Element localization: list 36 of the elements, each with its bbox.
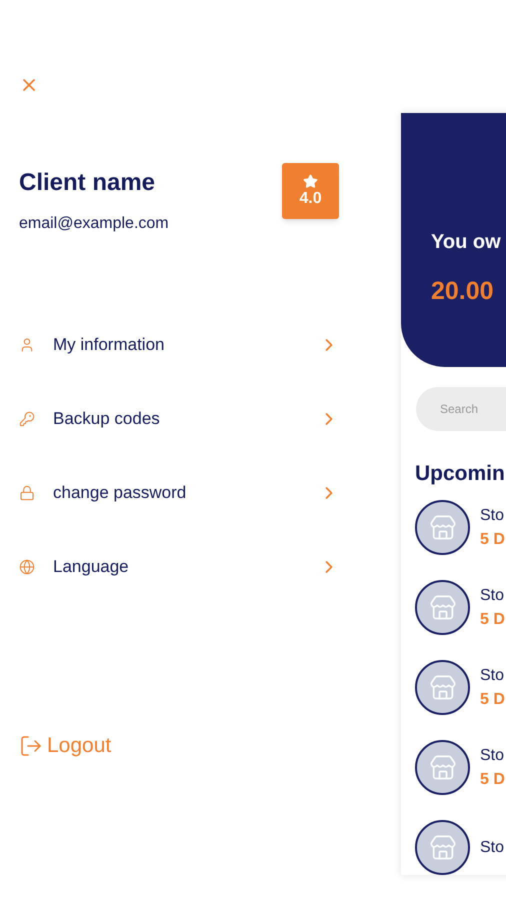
- store-icon: [428, 514, 456, 542]
- lock-icon: [19, 485, 35, 501]
- store-list-item[interactable]: Sto 5 D: [415, 500, 506, 555]
- store-icon: [428, 834, 456, 862]
- store-detail: 5 D: [480, 770, 505, 790]
- store-detail: 5 D: [480, 530, 505, 550]
- menu-item[interactable]: My information: [19, 330, 339, 360]
- store-list-item[interactable]: Sto: [415, 820, 506, 875]
- store-icon: [428, 754, 456, 782]
- store-name: Sto: [480, 506, 505, 526]
- user-icon: [19, 337, 35, 353]
- balance-label: You ow: [431, 230, 502, 256]
- balance-amount: 20.00: [431, 276, 495, 308]
- menu-item[interactable]: Language: [19, 552, 339, 582]
- store-icon: [428, 594, 456, 622]
- star-icon: [303, 174, 318, 188]
- store-name: Sto: [480, 586, 505, 606]
- store-icon: [428, 674, 456, 702]
- store-name: Sto: [480, 838, 504, 858]
- menu-item[interactable]: change password: [19, 478, 339, 508]
- email-text: email@example.com: [19, 214, 169, 234]
- store-name: Sto: [480, 666, 505, 686]
- section-title: Upcomin: [415, 460, 506, 486]
- store-detail: 5 D: [480, 690, 505, 710]
- menu-item[interactable]: Backup codes: [19, 404, 339, 434]
- store-list-item[interactable]: Sto 5 D: [415, 740, 506, 795]
- store-detail: 5 D: [480, 610, 505, 630]
- store-name: Sto: [480, 746, 505, 766]
- rating-value: 4.0: [299, 188, 322, 208]
- logout-icon: [19, 734, 43, 758]
- key-icon: [19, 411, 35, 427]
- globe-icon: [19, 559, 35, 575]
- store-list-item[interactable]: Sto 5 D: [415, 660, 506, 715]
- client-name: Client name: [19, 168, 156, 198]
- search-field[interactable]: Search: [416, 386, 506, 430]
- store-list-item[interactable]: Sto 5 D: [415, 580, 506, 635]
